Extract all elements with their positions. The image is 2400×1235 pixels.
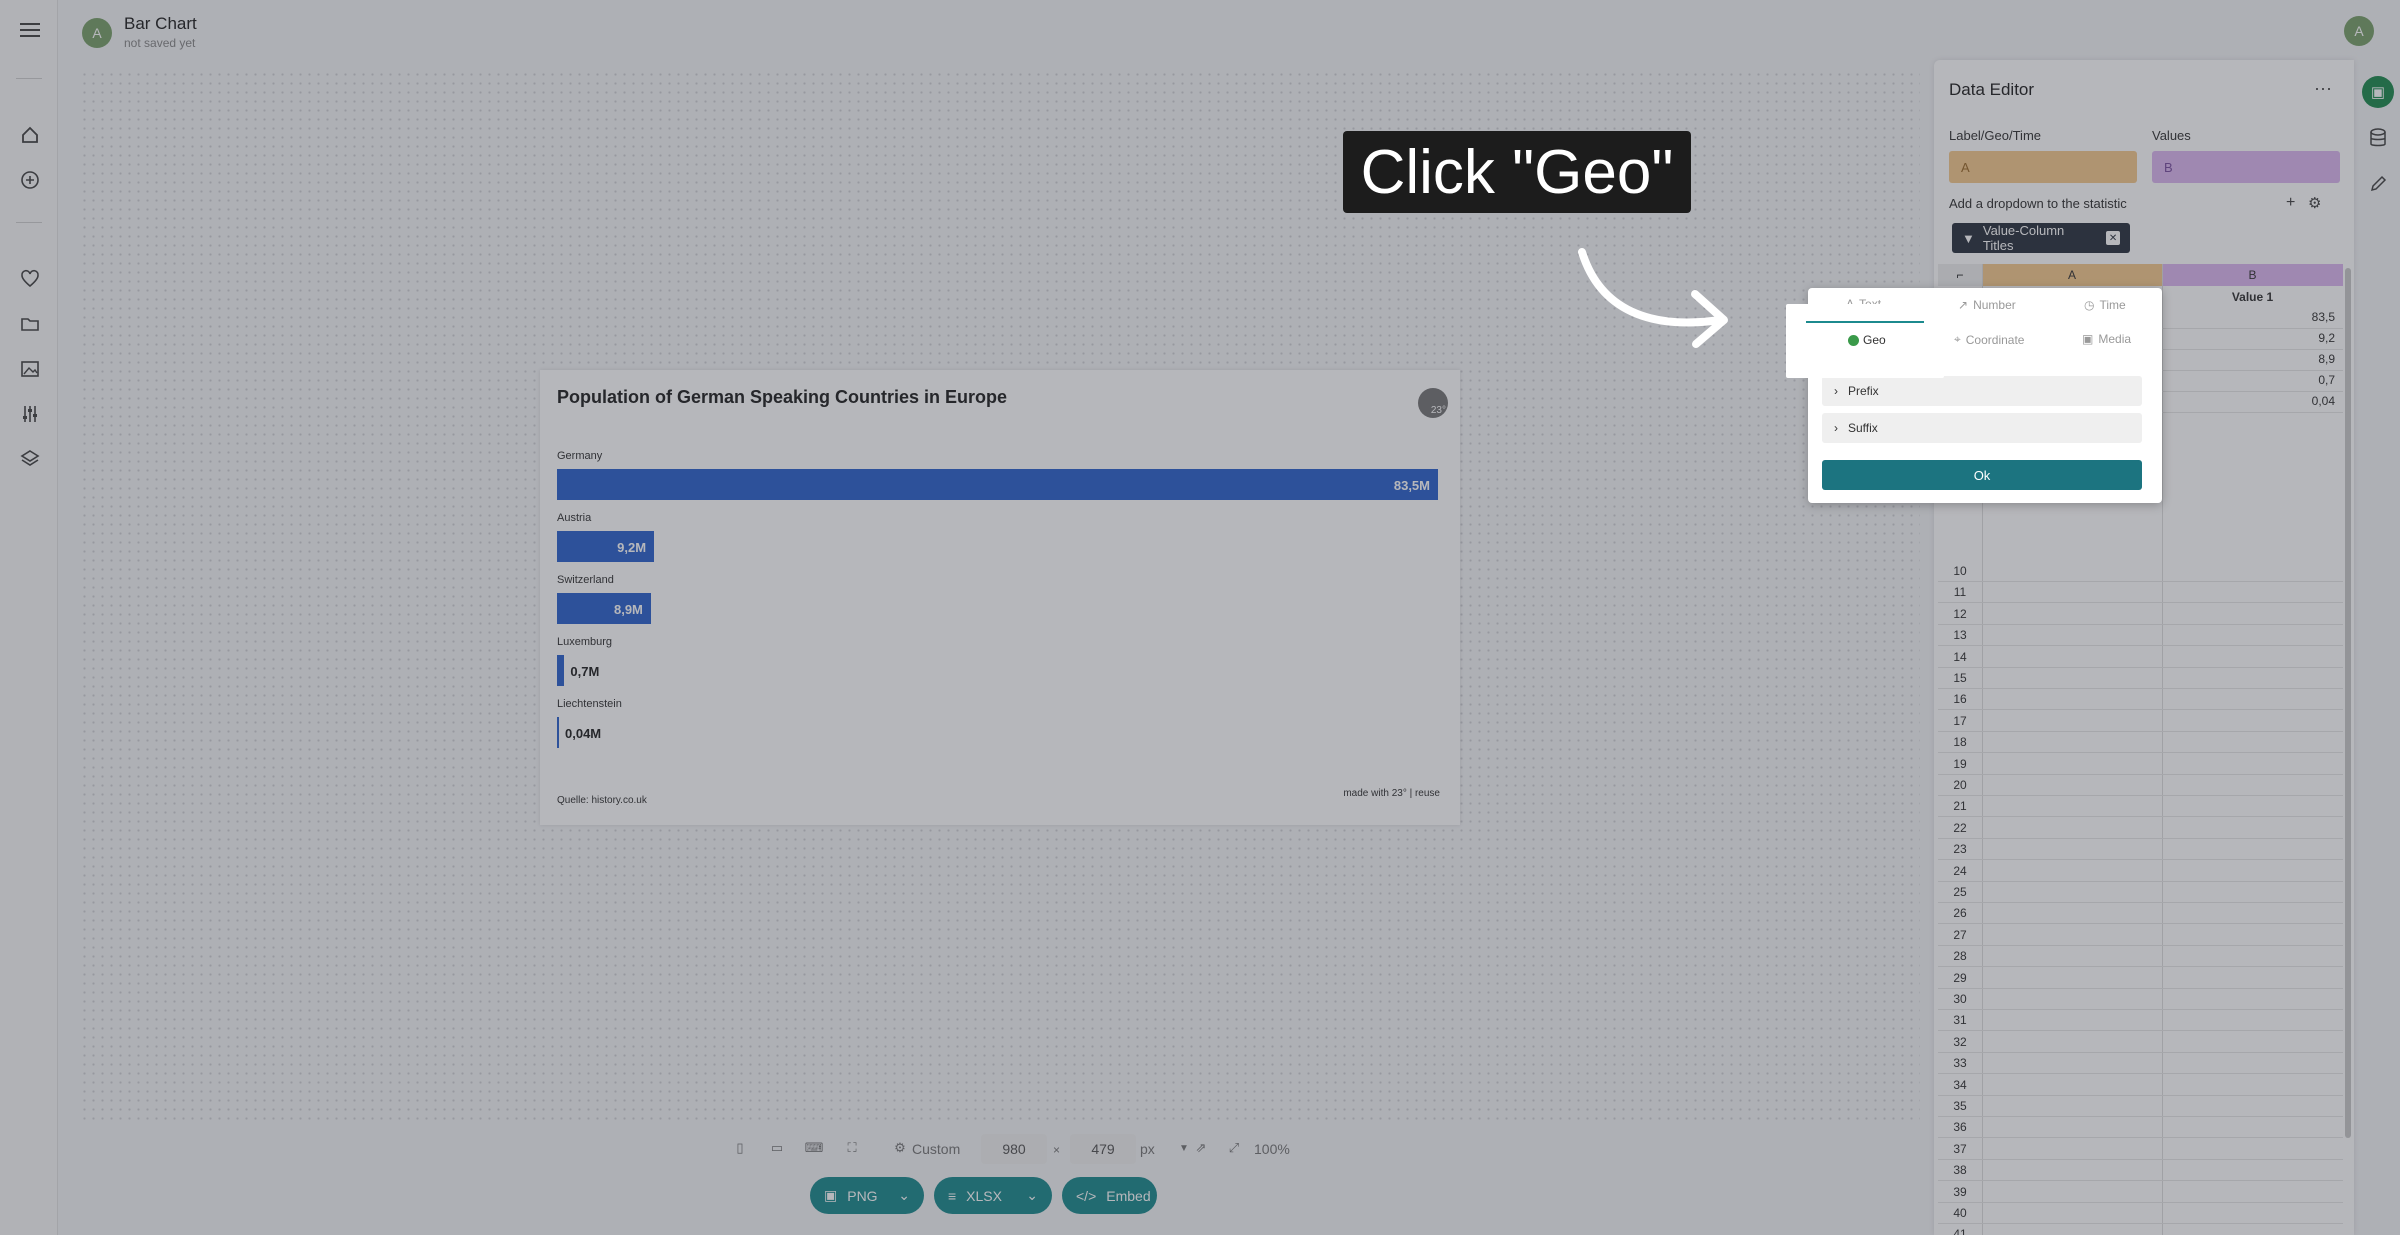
type-coordinate-option[interactable]: ⌖ Coordinate [1954, 332, 2024, 347]
pointer-arrow-icon [1578, 248, 1728, 348]
chevron-right-icon: › [1834, 384, 1838, 398]
prefix-accordion[interactable]: › Prefix [1822, 376, 2142, 406]
suffix-accordion[interactable]: › Suffix [1822, 413, 2142, 443]
number-type-icon: ↗ [1958, 298, 1969, 312]
media-icon: ▣ [2082, 332, 2094, 346]
geo-label: Geo [1848, 333, 1886, 347]
globe-icon [1848, 334, 1859, 346]
type-media-option[interactable]: ▣ Media [2082, 332, 2131, 346]
tutorial-callout: Click "Geo" [1343, 131, 1691, 213]
type-geo-option[interactable]: Geo [1786, 304, 1944, 378]
type-number-option[interactable]: ↗ Number [1958, 298, 2016, 312]
ok-button[interactable]: Ok [1822, 460, 2142, 490]
selected-indicator [1806, 321, 1924, 323]
tutorial-overlay [0, 0, 2400, 1235]
clock-icon: ◷ [2084, 298, 2095, 312]
chevron-right-icon: › [1834, 421, 1838, 435]
coordinate-icon: ⌖ [1954, 332, 1961, 346]
type-time-option[interactable]: ◷ Time [2084, 298, 2126, 312]
